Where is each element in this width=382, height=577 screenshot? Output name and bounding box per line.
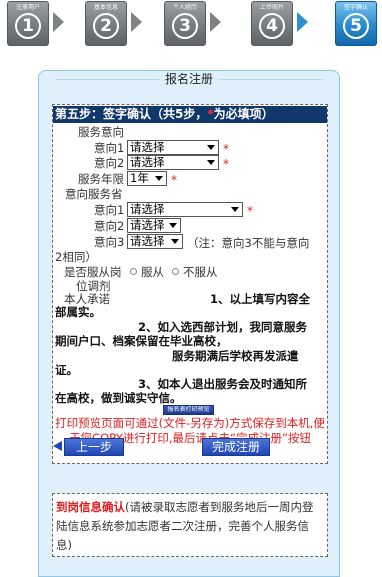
province3-label: 意向3 [94,235,125,249]
province2-select[interactable]: 请选择 [127,218,181,233]
province1-label: 意向1 [94,203,125,217]
commitment-3: 3、如本人退出服务会及时通知所 [138,377,307,391]
province3-select[interactable]: 请选择 [127,234,183,249]
obey-yes-label: 服从 [141,265,164,279]
step-5-number: 5 [343,13,369,39]
intent1-value: 请选择 [130,140,165,154]
step-3-number: 3 [172,13,198,39]
service-years-value: 1年 [130,171,149,185]
required-star: * [223,142,229,156]
step-header-tail: 为必填项） [213,107,274,121]
finish-registration-button[interactable]: 完成注册 [202,438,270,456]
step-arrow-icon [297,12,308,32]
province1-value: 请选择 [130,202,165,216]
step-2: 基本信息 2 [85,1,127,46]
province-note: （注：意向3不能与意向 [187,236,310,250]
province1-select[interactable]: 请选择 [127,202,243,217]
print-preview-button[interactable]: 报名表打印预览 [163,405,214,415]
panel-title: 报名注册 [40,72,338,86]
obey-adjust-label: 是否服从岗 [64,265,122,279]
province3-value: 请选择 [130,234,165,248]
intent2-value: 请选择 [130,155,165,169]
chevron-down-icon [231,207,239,212]
panel-title-text: 报名注册 [158,72,219,86]
arrival-info-box: 到岗信息确认(请被录取志愿者到服务地后一周内登陆信息系统参加志愿者二次注册，完善… [52,493,328,557]
step-2-number: 2 [93,13,119,39]
step-arrow-icon [131,12,142,32]
commitment-2-line3: 服务期满后学校再发派遣 [172,349,299,363]
previous-step-button[interactable]: 上一步 [64,438,124,456]
province2-label: 意向2 [94,219,125,233]
step-progress-bar: 注册用户 1 基本信息 2 个人经历 3 上传照片 4 签字确认 5 [0,0,382,52]
step-1: 注册用户 1 [7,1,49,46]
step-3: 个人经历 3 [164,1,206,46]
step-4-label: 上传照片 [259,4,284,11]
step-2-label: 基本信息 [93,4,118,11]
chevron-down-icon [169,223,177,228]
province2-value: 请选择 [130,218,165,232]
obey-adjust-label-cont: 位调剂 [76,279,111,293]
commitment-2-line4: 证。 [55,363,78,377]
step-4-number: 4 [259,13,285,39]
step-arrow-icon [53,12,64,32]
step-header: 第五步：签字确认（共5步，*为必填项） [53,106,327,123]
chevron-down-icon [207,160,215,165]
chevron-down-icon [155,176,163,181]
required-star: * [247,204,253,218]
obey-no-radio[interactable] [172,268,179,275]
obey-no-label: 不服从 [183,265,218,279]
province-note-cont: 2相同） [55,250,97,264]
step-1-number: 1 [15,13,41,39]
required-star: * [171,173,177,187]
step-3-label: 个人经历 [172,4,197,11]
chevron-down-icon [171,239,179,244]
commitment-3-cont: 在高校，做到诚实守信。 [55,391,182,405]
commitment-2: 2、如入选西部计划，我同意服务 [138,320,307,334]
intent2-select[interactable]: 请选择 [127,155,219,170]
step-4: 上传照片 4 [251,1,293,46]
required-star: * [223,157,229,171]
back-arrow-icon[interactable] [53,441,62,451]
service-years-select[interactable]: 1年 [127,171,167,186]
commitment-1: 1、以上填写内容全 [210,292,311,306]
commitment-2-line2: 期间户口、档案保留在毕业高校， [55,334,228,348]
step-1-label: 注册用户 [15,4,40,11]
step-5-label: 签字确认 [343,4,368,11]
commitment-label: 本人承诺 [64,292,110,306]
step-5-current: 签字确认 5 [335,1,377,46]
intent1-label: 意向1 [94,141,125,155]
step-header-text: 第五步：签字确认（共5步， [55,107,208,121]
arrival-confirm-link[interactable]: 到岗信息确认 [56,500,125,514]
province-intent-label: 意向服务省 [65,187,123,201]
commitment-1-cont: 部属实。 [55,305,101,319]
intent2-label: 意向2 [94,156,125,170]
obey-yes-radio[interactable] [130,268,137,275]
service-years-label: 服务年限 [78,172,124,186]
step-arrow-icon [210,12,221,32]
service-intent-label: 服务意向 [78,125,124,139]
intent1-select[interactable]: 请选择 [127,140,219,155]
chevron-down-icon [207,145,215,150]
